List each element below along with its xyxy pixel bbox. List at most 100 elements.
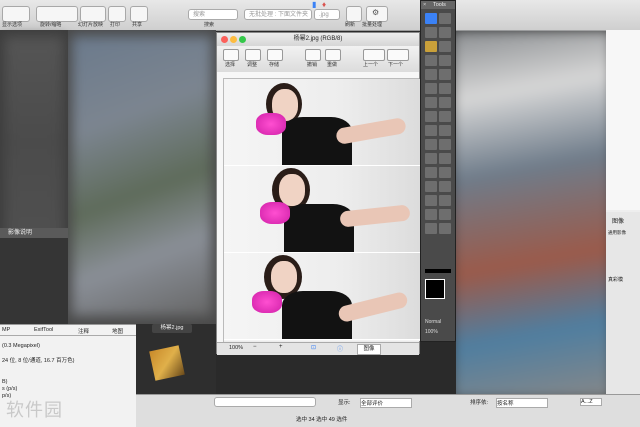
status-text: 选中 34 选中 49 选件 <box>296 417 348 423</box>
opacity-value[interactable]: 100% <box>425 329 438 335</box>
move-tool-icon[interactable] <box>439 13 451 24</box>
tab-notes[interactable]: 注释 <box>78 327 89 335</box>
sort-label: 排序依: <box>470 400 489 406</box>
marquee-tool-icon[interactable] <box>425 13 437 24</box>
rectangle-tool-icon[interactable] <box>425 97 437 108</box>
info-line: 24 位, 8 位/通道, 16.7 百万色) <box>2 358 75 364</box>
settings-button[interactable]: ⚙ <box>366 6 388 22</box>
pencil-tool-icon[interactable] <box>425 55 437 66</box>
photo-canvas[interactable] <box>224 79 420 341</box>
tools-palette-header: × Tools <box>421 1 455 9</box>
person-tool-icon[interactable] <box>425 209 437 220</box>
slideshow-button[interactable] <box>80 6 106 22</box>
view-options-button[interactable] <box>2 6 30 22</box>
stamp-tool-icon[interactable] <box>425 195 437 206</box>
share-button[interactable] <box>130 6 148 22</box>
zoom-tool-icon[interactable] <box>425 223 437 234</box>
foreground-color-swatch[interactable] <box>425 279 445 299</box>
extension-field[interactable]: .jpg <box>314 9 340 20</box>
fit-icon[interactable]: ⊡ <box>311 344 316 351</box>
select-button[interactable] <box>223 49 239 61</box>
arm-shape <box>337 290 409 324</box>
info-icon[interactable]: ⓘ <box>337 344 343 353</box>
zoom-in-icon[interactable]: + <box>279 344 283 350</box>
photo-strip <box>224 253 420 340</box>
zoom-out-icon[interactable]: − <box>253 344 257 350</box>
lasso-tool-icon[interactable] <box>425 27 437 38</box>
filename-field[interactable]: 无批处理 : 下面文件夹 <box>244 9 312 20</box>
undo-button[interactable] <box>305 49 321 61</box>
show-select[interactable]: 全部评价 <box>360 398 412 408</box>
right-panel-header: 图像 <box>612 219 625 225</box>
adjust-button[interactable] <box>245 49 261 61</box>
sharpen-tool-icon[interactable] <box>439 139 451 150</box>
dodge-tool-icon[interactable] <box>425 153 437 164</box>
gradient-tool-icon[interactable] <box>439 125 451 136</box>
eyedropper-tool-icon[interactable] <box>425 181 437 192</box>
view-options-label: 显示选项 <box>2 22 23 28</box>
info-line: s (p/s) <box>2 386 18 392</box>
tab-exiftool[interactable]: ExifTool <box>34 327 53 333</box>
line-tool-icon[interactable] <box>425 83 437 94</box>
smudge-tool-icon[interactable] <box>439 195 451 206</box>
flowers-shape <box>260 202 290 224</box>
sponge-tool-icon[interactable] <box>439 209 451 220</box>
clone-tool-icon[interactable] <box>425 167 437 178</box>
refresh-button[interactable] <box>346 6 362 22</box>
print-label: 打印 <box>110 22 121 28</box>
eraser-tool-icon[interactable] <box>439 69 451 80</box>
polygon-tool-icon[interactable] <box>439 111 451 122</box>
rotate-tool-icon[interactable] <box>439 223 451 234</box>
red-eye-tool-icon[interactable] <box>439 181 451 192</box>
ellipse-tool-icon[interactable] <box>425 111 437 122</box>
minimize-icon[interactable] <box>230 36 237 43</box>
folder-icon: ▮ <box>312 0 317 9</box>
rotate-button[interactable] <box>36 6 78 22</box>
editor-status-bar: 100% − + ⊡ ⓘ 图像 <box>217 342 419 355</box>
arrow-tool-icon[interactable] <box>439 83 451 94</box>
burn-tool-icon[interactable] <box>439 153 451 164</box>
next-button[interactable] <box>387 49 409 61</box>
crop-tool-icon[interactable] <box>425 41 437 52</box>
blur-tool-icon[interactable] <box>425 139 437 150</box>
print-button[interactable] <box>108 6 126 22</box>
blurred-preview <box>4 36 64 246</box>
thumbnail-image[interactable] <box>149 345 185 381</box>
close-icon[interactable]: × <box>423 1 426 9</box>
filter-search-input[interactable] <box>214 397 316 407</box>
sort-select[interactable]: 按名称 <box>496 398 548 408</box>
blend-mode[interactable]: Normal <box>425 319 441 325</box>
face-shape <box>279 174 305 206</box>
tools-title: Tools <box>433 2 446 8</box>
info-line: (0.3 Megapixel) <box>2 343 40 349</box>
settings-label: 批量处理 <box>362 22 383 28</box>
tab-map[interactable]: 地图 <box>112 327 123 335</box>
tab-mp[interactable]: MP <box>2 327 10 333</box>
zoom-icon[interactable] <box>239 36 246 43</box>
search-input[interactable]: 搜索 <box>188 9 238 20</box>
image-editor-window: 杨幂2.jpg (RGB/8) 选择 调整 存储 撤销 重做 上一个 下一个 1… <box>216 32 420 355</box>
text-tool-icon[interactable] <box>439 55 451 66</box>
blurred-thumbnail <box>72 36 212 316</box>
previous-button[interactable] <box>363 49 385 61</box>
info-line: B) <box>2 379 8 385</box>
zoom-level[interactable]: 100% <box>229 345 243 351</box>
right-info-box: 图像 通用影像 真彩模 <box>606 212 640 394</box>
redo-button[interactable] <box>325 49 341 61</box>
main-toolbar: 显示选项 旋转/缩略 幻灯片放映 打印 共享 搜索 搜索 无批处理 : 下面文件… <box>0 0 640 31</box>
save-button[interactable] <box>267 49 283 61</box>
close-icon[interactable] <box>221 36 228 43</box>
mode-field[interactable]: 图像 <box>357 344 381 355</box>
editor-toolbar: 选择 调整 存储 撤销 重做 上一个 下一个 <box>217 46 419 73</box>
fill-tool-icon[interactable] <box>425 125 437 136</box>
brush-tool-icon[interactable] <box>425 69 437 80</box>
sort-order-select[interactable]: A...Z <box>580 398 602 406</box>
rounded-rect-tool-icon[interactable] <box>439 97 451 108</box>
hand-tool-icon[interactable] <box>439 41 451 52</box>
heal-tool-icon[interactable] <box>439 167 451 178</box>
photo-strip <box>224 166 420 253</box>
arm-shape <box>339 204 411 228</box>
slideshow-label: 幻灯片放映 <box>78 22 104 28</box>
next-label: 下一个 <box>388 62 404 68</box>
magic-wand-tool-icon[interactable] <box>439 27 451 38</box>
